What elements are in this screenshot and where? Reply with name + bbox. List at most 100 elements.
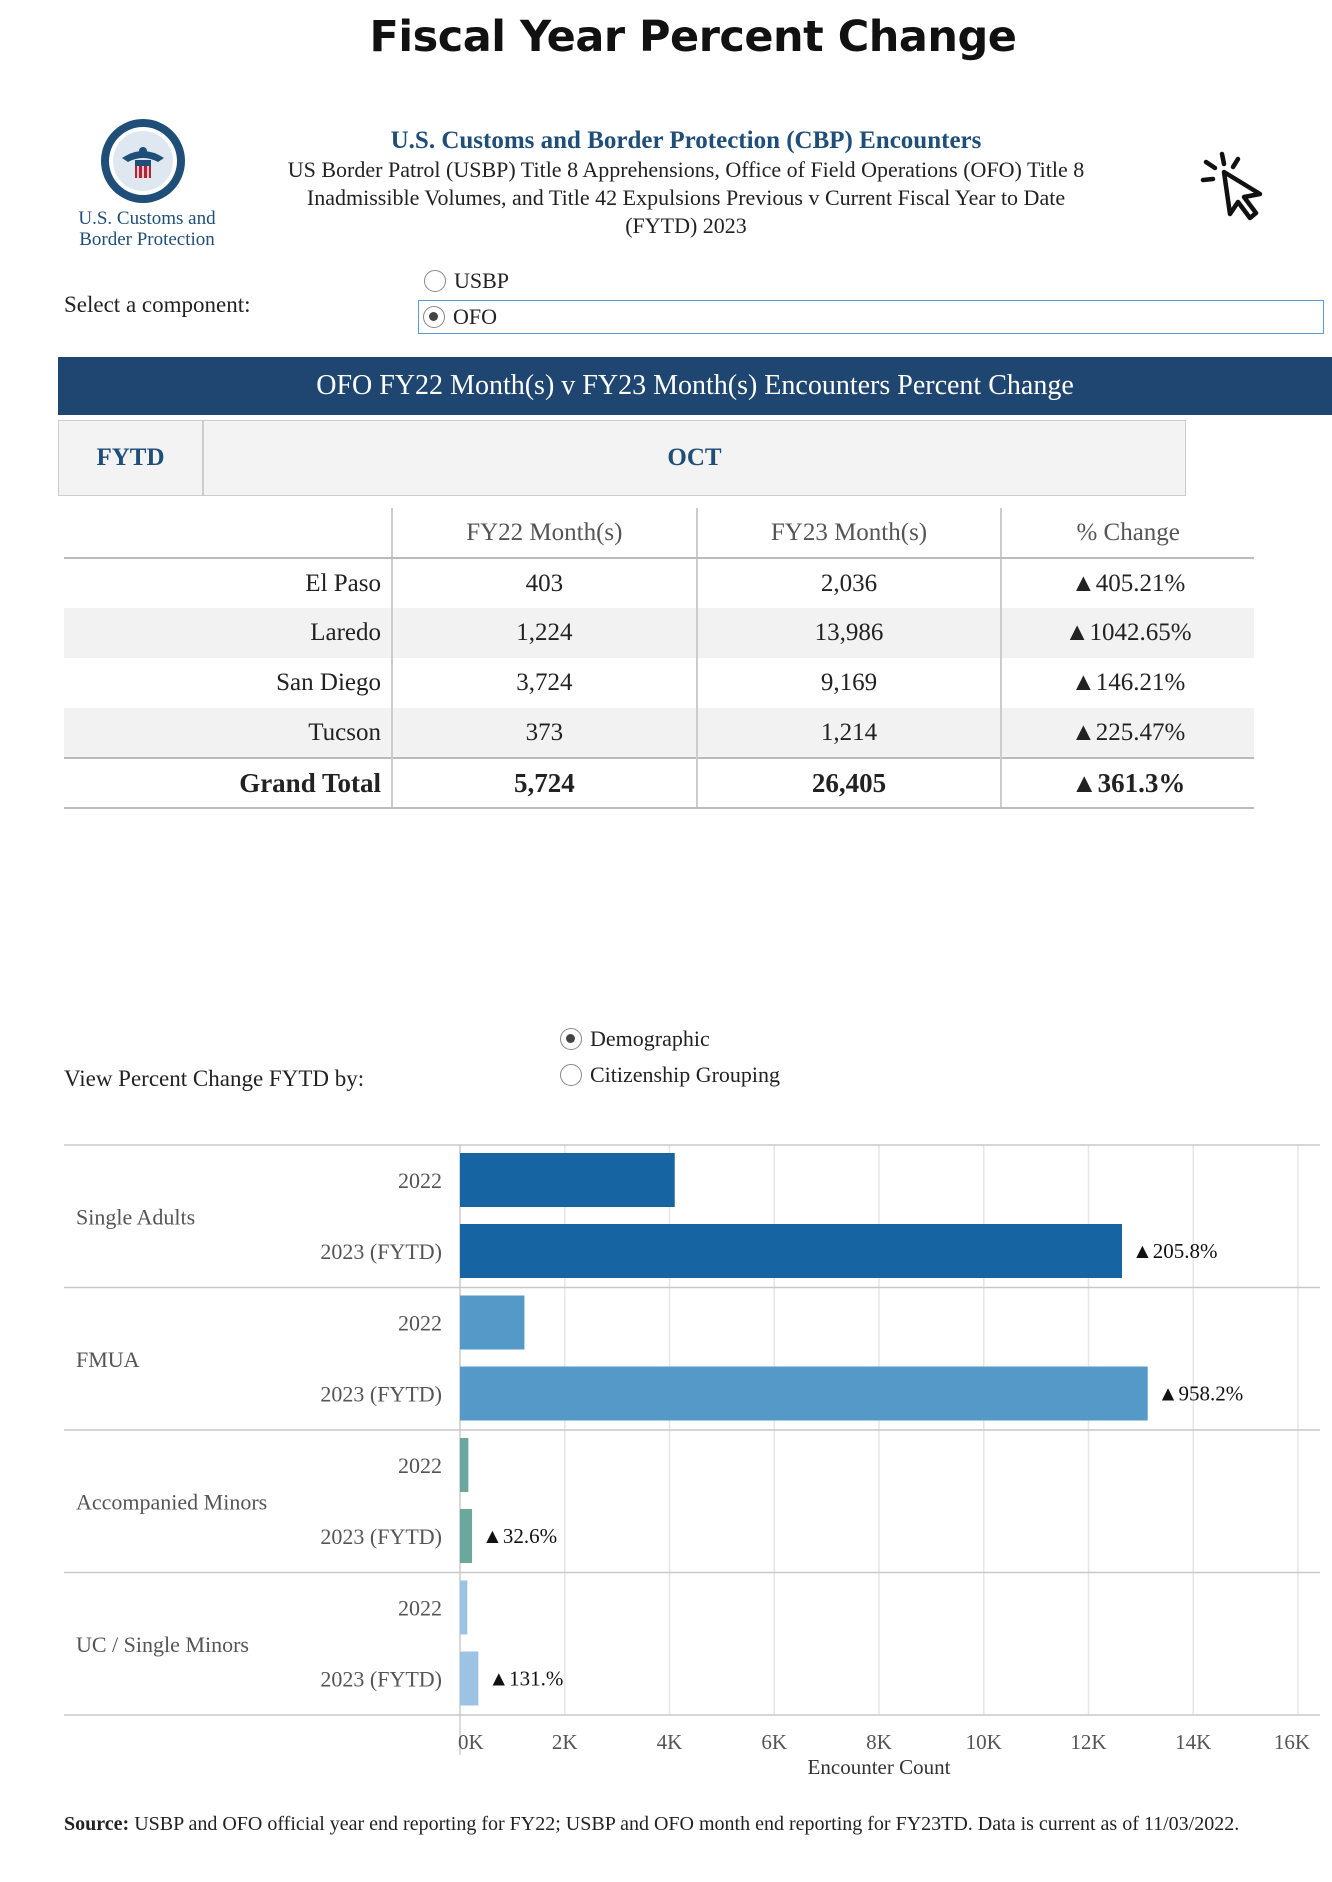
total-name: Grand Total (64, 757, 392, 809)
row-fy23: 1,214 (695, 708, 1002, 758)
logo-text-line2: Border Protection (79, 229, 215, 250)
bar (460, 1366, 1148, 1421)
radio-button-usbp[interactable] (424, 270, 446, 292)
cbp-logo: U.S. Customs and Border Protection (62, 118, 232, 258)
radio-label-usbp: USBP (454, 268, 510, 293)
bar-category-label: 2022 (398, 1168, 442, 1193)
row-fy23: 13,986 (695, 608, 1002, 658)
filter-month-oct[interactable]: OCT (203, 420, 1186, 496)
radio-button-ofo[interactable] (423, 306, 445, 328)
row-name: El Paso (305, 569, 381, 597)
radio-label-ofo: OFO (453, 304, 498, 329)
source-note: Source: USBP and OFO official year end r… (64, 1810, 1284, 1838)
table-header-fy22: FY22 Month(s) (391, 508, 697, 559)
report-subtitle: US Border Patrol (USBP) Title 8 Apprehen… (236, 156, 1136, 240)
table-row: El Paso 403 2,036 ▲405.21% (64, 558, 1254, 608)
total-fy22: 5,724 (391, 757, 697, 809)
row-change: ▲1042.65% (1000, 608, 1254, 658)
x-tick-label: 2K (552, 1730, 578, 1754)
view-select-label: View Percent Change FYTD by: (64, 1066, 365, 1091)
report-subtitle-line2: Inadmissible Volumes, and Title 42 Expul… (306, 185, 1066, 210)
radio-option-usbp[interactable]: USBP (420, 266, 509, 296)
bar-chart-svg: Single Adults 2022 2023 (FYTD) ▲205.8% FMUA 2… (64, 1144, 1320, 1779)
x-tick-label: 4K (657, 1730, 683, 1754)
bar (460, 1509, 473, 1563)
table-header-blank (64, 508, 392, 559)
x-tick-label: 8K (866, 1730, 892, 1754)
group-label: FMUA (76, 1347, 140, 1372)
bar-change-label: ▲205.8% (1132, 1239, 1218, 1263)
radio-label-demographic: Demographic (590, 1026, 710, 1051)
radio-option-demographic[interactable]: Demographic (556, 1024, 710, 1054)
group-label: UC / Single Minors (76, 1632, 249, 1657)
radio-button-demographic[interactable] (560, 1028, 582, 1050)
bar-category-label: 2023 (FYTD) (320, 1524, 442, 1549)
bar (460, 1438, 469, 1492)
bar (460, 1651, 479, 1706)
x-tick-label: 14K (1175, 1730, 1211, 1754)
row-name: Tucson (64, 708, 392, 758)
row-fy23: 9,169 (695, 658, 1002, 708)
component-select-label: Select a component: (64, 292, 251, 317)
source-text: USBP and OFO official year end reporting… (134, 1813, 1240, 1835)
table-banner: OFO FY22 Month(s) v FY23 Month(s) Encoun… (58, 357, 1332, 415)
bar (460, 1295, 525, 1350)
filter-fytd[interactable]: FYTD (58, 420, 203, 496)
encounters-table: FY22 Month(s) FY23 Month(s) % Change El … (64, 508, 1254, 809)
table-header-fy23: FY23 Month(s) (695, 508, 1002, 559)
bar (460, 1224, 1123, 1278)
row-fy23: 2,036 (695, 558, 1002, 608)
radio-button-citizenship[interactable] (560, 1064, 582, 1086)
demographic-bar-chart: Single Adults 2022 2023 (FYTD) ▲205.8% FMUA 2… (0, 1140, 1332, 1780)
cbp-seal-icon (101, 119, 185, 203)
bar (460, 1580, 468, 1635)
logo-text-line1: U.S. Customs and (78, 208, 216, 229)
table-header-change: % Change (1000, 508, 1254, 559)
report-header: U.S. Customs and Border Protection (CBP)… (236, 126, 1136, 240)
source-label: Source: (64, 1813, 130, 1835)
bar-category-label: 2022 (398, 1453, 442, 1478)
row-name: Laredo (64, 608, 392, 658)
row-fy22: 373 (391, 708, 697, 758)
radio-label-citizenship: Citizenship Grouping (590, 1062, 781, 1087)
bar-category-label: 2023 (FYTD) (320, 1382, 442, 1407)
bar-category-label: 2023 (FYTD) (320, 1239, 442, 1264)
row-change: ▲146.21% (1000, 658, 1254, 708)
group-label: Single Adults (76, 1204, 195, 1229)
table-row: Tucson 373 1,214 ▲225.47% (64, 708, 1254, 758)
page-title: Fiscal Year Percent Change (369, 12, 1017, 62)
bar-change-label: ▲32.6% (482, 1524, 557, 1548)
x-tick-label: 12K (1070, 1730, 1106, 1754)
x-tick-label: 0K (458, 1730, 484, 1754)
bar-category-label: 2022 (398, 1596, 442, 1621)
report-title: U.S. Customs and Border Protection (CBP)… (390, 127, 982, 154)
group-label: Accompanied Minors (76, 1489, 267, 1514)
table-row: San Diego 3,724 9,169 ▲146.21% (64, 658, 1254, 708)
row-fy22: 3,724 (391, 658, 697, 708)
row-change: ▲405.21% (1000, 558, 1254, 608)
report-subtitle-line3: (FYTD) 2023 (625, 213, 747, 238)
table-header-row: FY22 Month(s) FY23 Month(s) % Change (64, 508, 1254, 559)
x-tick-label: 6K (761, 1730, 787, 1754)
radio-option-citizenship[interactable]: Citizenship Grouping (556, 1060, 780, 1090)
radio-option-ofo[interactable]: OFO (418, 300, 1324, 334)
row-fy22: 1,224 (391, 608, 697, 658)
bar-category-label: 2022 (398, 1311, 442, 1336)
pointer-cursor-icon (1200, 151, 1263, 221)
x-axis-title: Encounter Count (808, 1755, 951, 1779)
x-tick-label: 16K (1274, 1730, 1310, 1754)
bar-change-label: ▲958.2% (1158, 1382, 1244, 1406)
bar-change-label: ▲131.% (488, 1667, 563, 1691)
table-total-row: Grand Total 5,724 26,405 ▲361.3% (64, 757, 1254, 809)
x-tick-label: 10K (966, 1730, 1002, 1754)
row-fy22: 403 (391, 558, 697, 608)
filter-bar: FYTD OCT (58, 420, 1188, 498)
table-row: Laredo 1,224 13,986 ▲1042.65% (64, 608, 1254, 658)
bar-category-label: 2023 (FYTD) (320, 1667, 442, 1692)
bar (460, 1153, 675, 1207)
row-name: San Diego (276, 669, 381, 696)
total-fy23: 26,405 (695, 757, 1002, 809)
total-change: ▲361.3% (1000, 757, 1254, 809)
report-subtitle-line1: US Border Patrol (USBP) Title 8 Apprehen… (287, 157, 1085, 182)
row-change: ▲225.47% (1000, 708, 1254, 758)
